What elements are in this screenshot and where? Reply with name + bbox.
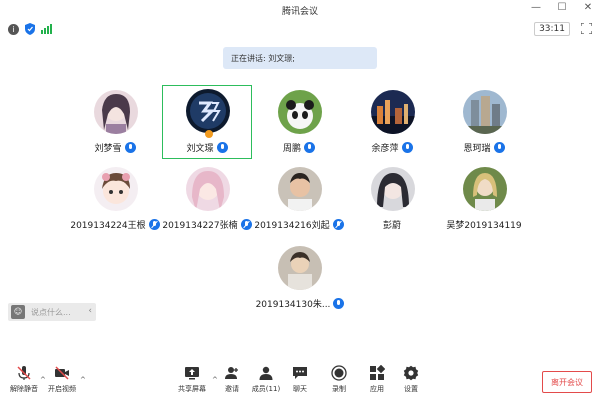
avatar bbox=[186, 167, 230, 211]
record-button[interactable]: 录制 bbox=[319, 365, 359, 394]
chat-placeholder: 说点什么... bbox=[31, 307, 71, 317]
avatar bbox=[278, 246, 322, 290]
avatar bbox=[94, 167, 138, 211]
participant-name: 刘文璟 bbox=[186, 144, 214, 154]
share-screen-button[interactable]: 共享屏幕 bbox=[172, 365, 212, 394]
chat-input[interactable]: ☺ 说点什么... ‹ bbox=[8, 303, 96, 321]
mic-icon bbox=[124, 142, 136, 153]
participant-tile-active[interactable]: 刘文璟 bbox=[162, 85, 252, 159]
collapse-icon[interactable]: ‹ bbox=[88, 306, 92, 316]
host-badge-icon bbox=[205, 130, 213, 138]
start-video-button[interactable]: 开启视频 bbox=[42, 365, 82, 394]
avatar bbox=[186, 89, 230, 133]
participant-tile[interactable]: 2019134224王根 bbox=[70, 163, 160, 237]
avatar bbox=[94, 90, 138, 134]
window-title: 腾讯会议 bbox=[281, 6, 318, 17]
video-options-chevron-icon[interactable]: ^ bbox=[80, 376, 86, 384]
members-icon bbox=[259, 366, 273, 380]
mic-icon bbox=[493, 142, 505, 153]
participant-tile[interactable]: 周鹏 bbox=[254, 86, 344, 160]
shield-icon[interactable] bbox=[25, 23, 35, 35]
mic-icon bbox=[304, 142, 315, 153]
info-icon[interactable]: i bbox=[8, 23, 19, 35]
participant-tile[interactable]: 2019134130朱... bbox=[254, 242, 346, 316]
mic-icon bbox=[216, 142, 228, 153]
window-controls: — ☐ ✕ bbox=[528, 2, 596, 13]
participant-name: 2019134227张楠 bbox=[162, 221, 238, 231]
avatar bbox=[278, 167, 322, 211]
participant-tile[interactable]: 2019134227张楠 bbox=[162, 163, 252, 237]
gear-icon bbox=[403, 365, 419, 381]
participant-name: 2019134224王根 bbox=[70, 221, 146, 231]
record-icon bbox=[331, 365, 347, 381]
meeting-timer: 33:11 bbox=[534, 22, 570, 36]
mic-icon bbox=[333, 298, 345, 309]
participant-tile[interactable]: 吴梦2019134119 bbox=[439, 163, 529, 237]
participant-tile[interactable]: 恩珂瑞 bbox=[439, 86, 529, 160]
participant-name: 2019134216刘起 bbox=[254, 221, 330, 231]
status-bar: i 33:11 bbox=[0, 20, 600, 38]
settings-button[interactable]: 设置 bbox=[391, 365, 431, 394]
participant-tile[interactable]: 余彦萍 bbox=[347, 86, 437, 160]
apps-icon bbox=[370, 365, 385, 380]
mic-muted-icon bbox=[332, 219, 344, 230]
mic-off-icon bbox=[17, 366, 31, 380]
participant-tile[interactable]: 刘梦雪 bbox=[70, 86, 160, 160]
participant-name: 彭蔚 bbox=[382, 221, 401, 231]
mic-muted-icon bbox=[240, 219, 252, 230]
participant-name: 2019134130朱... bbox=[255, 300, 331, 310]
unmute-button[interactable]: 解除静音 bbox=[4, 365, 44, 394]
participant-name: 周鹏 bbox=[282, 144, 301, 154]
share-screen-icon bbox=[185, 367, 199, 380]
add-user-icon bbox=[225, 367, 238, 379]
avatar bbox=[371, 90, 415, 134]
minimize-icon[interactable]: — bbox=[528, 2, 544, 13]
participant-name: 恩珂瑞 bbox=[463, 144, 491, 154]
speaking-banner: 正在讲话: 刘文璟; bbox=[223, 47, 377, 69]
leave-meeting-button[interactable]: 离开会议 bbox=[542, 371, 592, 393]
avatar bbox=[463, 167, 507, 211]
participant-tile[interactable]: 2019134216刘起 bbox=[254, 163, 344, 237]
signal-icon[interactable] bbox=[41, 24, 52, 34]
fullscreen-icon[interactable] bbox=[581, 23, 592, 34]
avatar bbox=[371, 167, 415, 211]
avatar bbox=[463, 90, 507, 134]
participant-name: 余彦萍 bbox=[371, 144, 399, 154]
chat-button[interactable]: 聊天 bbox=[280, 365, 320, 394]
maximize-icon[interactable]: ☐ bbox=[554, 2, 570, 13]
title-bar: 腾讯会议 — ☐ ✕ bbox=[0, 0, 600, 20]
meeting-toolbar: 解除静音 ^ 开启视频 ^ 共享屏幕 ^ 邀请 成员(11) 聊天 录制 应用 … bbox=[0, 365, 600, 400]
participant-name: 刘梦雪 bbox=[94, 144, 122, 154]
mic-icon bbox=[401, 142, 413, 153]
mic-muted-icon bbox=[148, 219, 160, 230]
participant-name: 吴梦2019134119 bbox=[446, 221, 522, 231]
close-icon[interactable]: ✕ bbox=[580, 2, 596, 13]
chat-icon bbox=[293, 367, 307, 379]
camera-off-icon bbox=[55, 366, 69, 380]
chat-bubble-icon: ☺ bbox=[11, 305, 25, 319]
avatar bbox=[278, 90, 322, 134]
participant-tile[interactable]: 彭蔚 bbox=[347, 163, 437, 237]
